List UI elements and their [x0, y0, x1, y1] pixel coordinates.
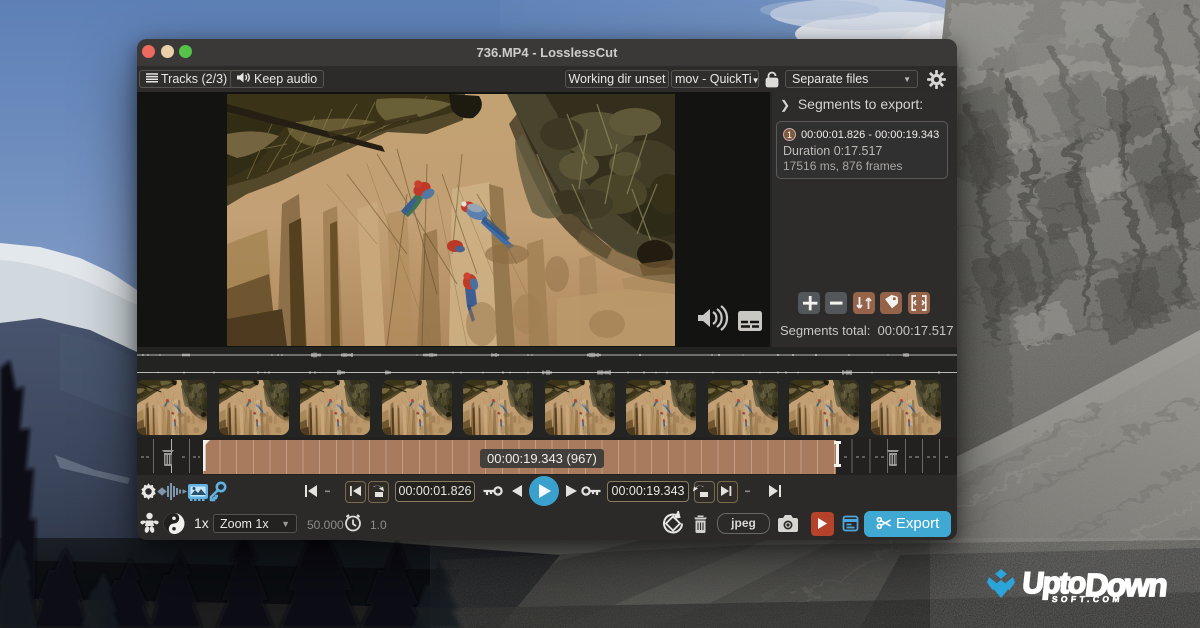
svg-text:SOFT.COM: SOFT.COM — [1051, 594, 1123, 604]
